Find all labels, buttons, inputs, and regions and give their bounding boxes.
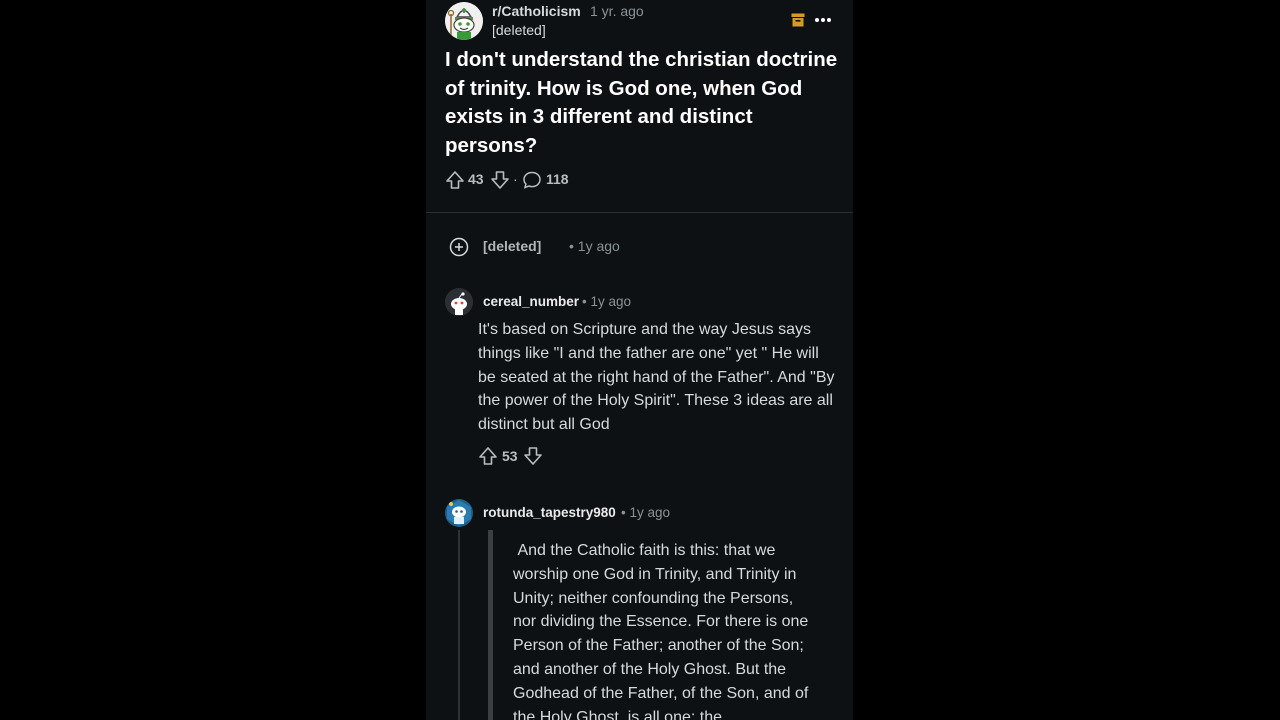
post-score: 43	[468, 171, 484, 187]
more-options-icon[interactable]	[814, 11, 832, 29]
downvote-icon[interactable]	[523, 446, 543, 466]
separator-dot: ·	[513, 171, 518, 187]
reddit-post-screen: r/Catholicism 1 yr. ago [deleted] I don'…	[426, 0, 853, 720]
comment-count: 118	[546, 171, 569, 187]
comment-blockquote: And the Catholic faith is this: that we …	[513, 542, 813, 720]
post-divider	[426, 212, 853, 213]
comment-body: It's based on Scripture and the way Jesu…	[478, 321, 835, 434]
subreddit-name[interactable]: r/Catholicism	[492, 3, 581, 19]
avatar[interactable]	[445, 499, 473, 527]
comment-icon[interactable]	[522, 170, 542, 190]
comment-author[interactable]: rotunda_tapestry980	[483, 505, 616, 520]
comment-score: 53	[502, 448, 518, 464]
blockquote-bar	[488, 530, 493, 720]
post-header: r/Catholicism 1 yr. ago [deleted]	[445, 2, 840, 42]
downvote-icon[interactable]	[490, 170, 510, 190]
upvote-icon[interactable]	[478, 446, 498, 466]
collapsed-comment[interactable]: [deleted] • 1y ago	[449, 236, 829, 258]
comment-timestamp: • 1y ago	[621, 505, 671, 520]
snoo-avatar-icon	[445, 288, 473, 316]
collapsed-comment-user[interactable]: [deleted]	[483, 238, 541, 254]
archive-icon	[791, 13, 805, 27]
post-author[interactable]: [deleted]	[492, 22, 546, 38]
comment-vote-row: 53	[478, 446, 598, 468]
snoo-bishop-icon	[445, 2, 483, 40]
snoo-avatar-icon	[447, 500, 471, 526]
thread-line[interactable]	[458, 530, 460, 720]
avatar[interactable]	[445, 288, 473, 316]
post-title[interactable]: I don't understand the christian doctrin…	[445, 46, 840, 160]
post-actions: 43 · 118	[445, 169, 745, 191]
subreddit-avatar[interactable]	[445, 2, 483, 40]
comment-author[interactable]: cereal_number	[483, 294, 579, 309]
expand-plus-icon[interactable]	[449, 237, 469, 257]
upvote-icon[interactable]	[445, 170, 465, 190]
collapsed-comment-time: • 1y ago	[569, 238, 620, 254]
comment-timestamp: • 1y ago	[582, 294, 632, 309]
post-timestamp: 1 yr. ago	[590, 3, 644, 19]
